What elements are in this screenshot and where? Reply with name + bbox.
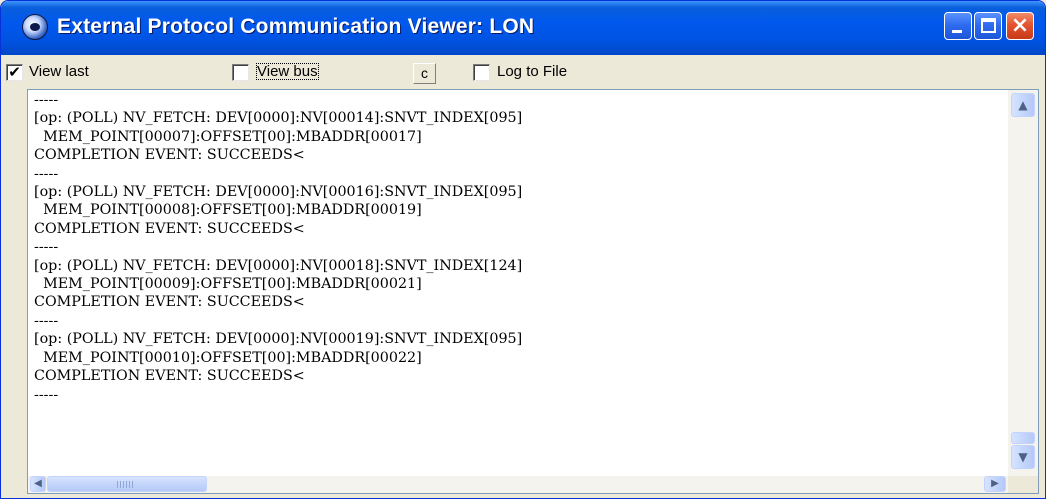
protocol-viewer-window: External Protocol Communication Viewer: … <box>0 0 1046 499</box>
log-line: ----- <box>34 386 59 403</box>
view-last-checkbox[interactable]: ✔ <box>6 64 23 81</box>
vertical-scroll-thumb[interactable] <box>1011 432 1035 444</box>
log-to-file-label[interactable]: Log to File <box>497 62 567 82</box>
minimize-button[interactable] <box>944 12 972 40</box>
log-line: [op: (POLL) NV_FETCH: DEV[0000]:NV[00019… <box>34 331 523 348</box>
log-to-file-checkbox[interactable] <box>473 64 490 81</box>
view-last-label[interactable]: View last <box>29 62 89 82</box>
log-line: COMPLETION EVENT: SUCCEEDS< <box>34 368 305 385</box>
title-bar[interactable]: External Protocol Communication Viewer: … <box>1 1 1045 55</box>
scrollbar-corner <box>1008 476 1038 493</box>
view-bus-label[interactable]: View bus <box>256 62 319 82</box>
log-output-area[interactable]: ----- [op: (POLL) NV_FETCH: DEV[0000]:NV[… <box>27 89 1039 494</box>
vertical-scrollbar[interactable]: ▲ ▼ <box>1008 90 1038 476</box>
clear-button[interactable]: c <box>413 63 436 84</box>
log-line: COMPLETION EVENT: SUCCEEDS< <box>34 147 305 164</box>
scroll-grip-icon <box>117 481 135 488</box>
maximize-icon <box>981 18 996 33</box>
maximize-button[interactable] <box>974 12 1002 40</box>
log-line: [op: (POLL) NV_FETCH: DEV[0000]:NV[00018… <box>34 257 523 274</box>
scroll-left-icon[interactable]: ◀ <box>30 476 46 492</box>
minimize-icon <box>952 30 962 33</box>
log-line: [op: (POLL) NV_FETCH: DEV[0000]:NV[00014… <box>34 110 523 127</box>
scroll-right-icon[interactable]: ▶ <box>984 476 1006 492</box>
log-line: MEM_POINT[00010]:OFFSET[00]:MBADDR[00022… <box>34 349 422 366</box>
close-icon: × <box>1010 13 1030 38</box>
horizontal-scroll-thumb[interactable] <box>47 476 207 492</box>
log-line: [op: (POLL) NV_FETCH: DEV[0000]:NV[00016… <box>34 184 523 201</box>
log-line: ----- <box>34 312 59 329</box>
close-button[interactable]: × <box>1006 12 1034 40</box>
scroll-up-icon[interactable]: ▲ <box>1011 93 1035 117</box>
view-bus-checkbox[interactable] <box>232 64 249 81</box>
log-line: MEM_POINT[00007]:OFFSET[00]:MBADDR[00017… <box>34 128 422 145</box>
horizontal-scrollbar[interactable]: ◀ ▶ <box>28 476 1038 493</box>
log-text: ----- [op: (POLL) NV_FETCH: DEV[0000]:NV[… <box>34 91 1004 477</box>
log-line: COMPLETION EVENT: SUCCEEDS< <box>34 294 305 311</box>
log-line: MEM_POINT[00009]:OFFSET[00]:MBADDR[00021… <box>34 276 422 293</box>
eye-app-icon <box>22 14 48 40</box>
log-line: ----- <box>34 239 59 256</box>
log-line: MEM_POINT[00008]:OFFSET[00]:MBADDR[00019… <box>34 202 422 219</box>
view-bus-label-text: View bus <box>256 63 319 80</box>
log-line: ----- <box>34 165 59 182</box>
scroll-down-icon[interactable]: ▼ <box>1011 445 1035 469</box>
log-line: COMPLETION EVENT: SUCCEEDS< <box>34 220 305 237</box>
log-line: ----- <box>34 92 59 108</box>
window-title: External Protocol Communication Viewer: … <box>57 15 535 38</box>
